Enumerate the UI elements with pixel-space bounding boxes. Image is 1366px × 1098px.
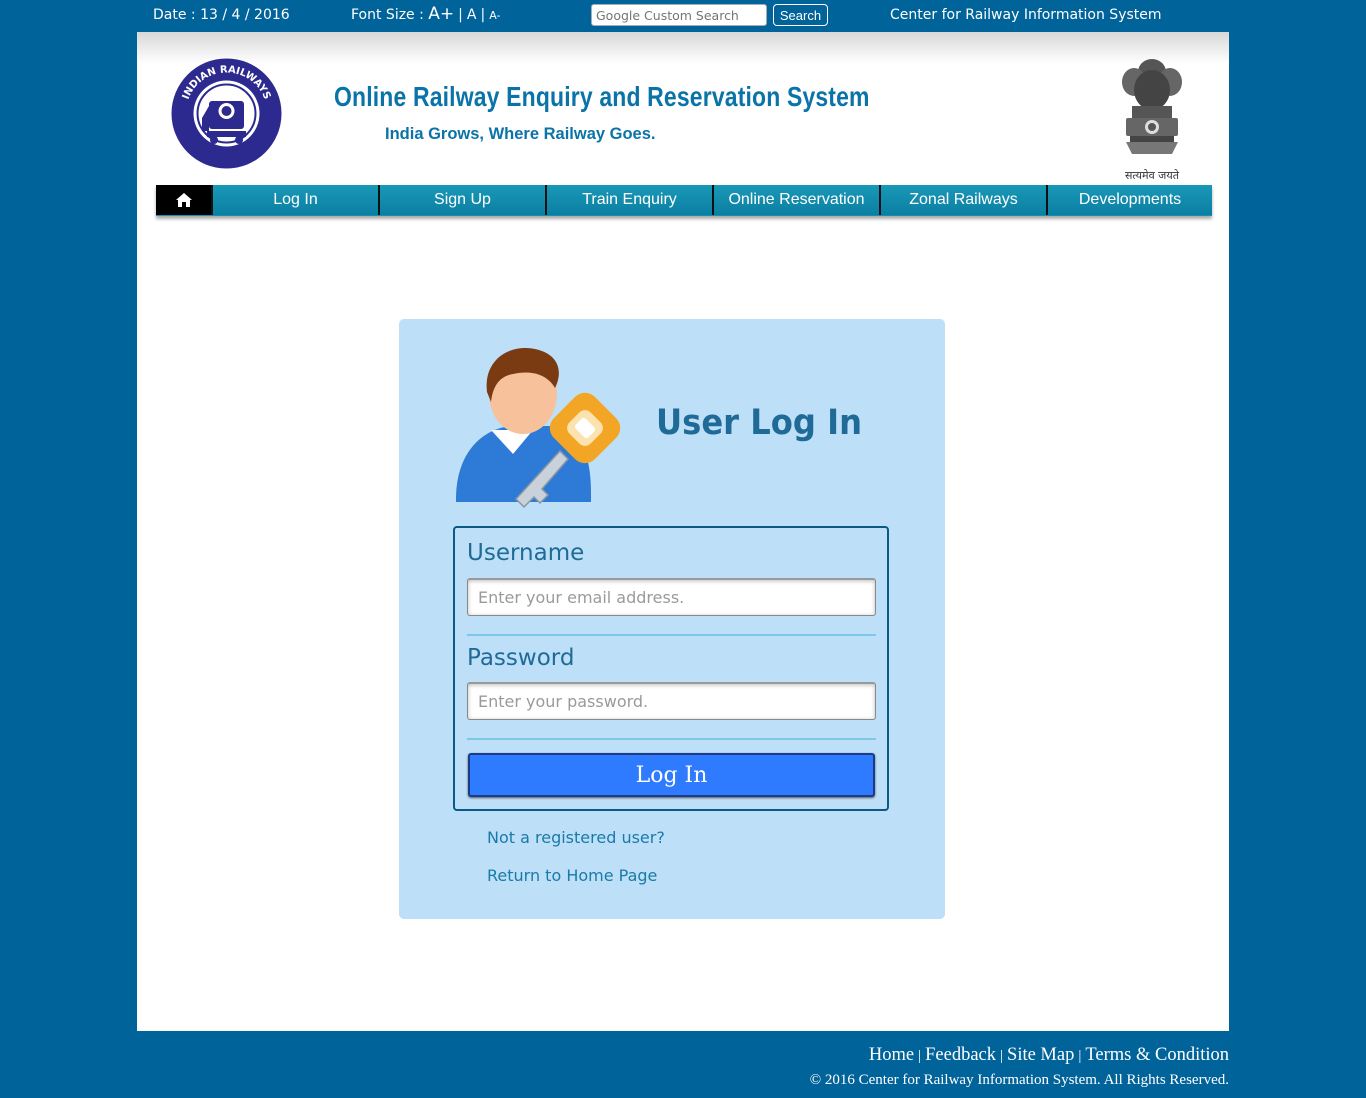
username-label: Username	[467, 540, 585, 566]
return-home-link[interactable]: Return to Home Page	[487, 866, 657, 885]
font-decrease-button[interactable]: A-	[489, 9, 500, 22]
font-increase-button[interactable]: A+	[428, 4, 454, 24]
password-label: Password	[467, 645, 575, 671]
top-bar: Date : 13 / 4 / 2016 Font Size : A+ | A | A-…	[0, 0, 1366, 32]
footer-link-home[interactable]: Home	[869, 1045, 914, 1065]
nav-item-train-enquiry[interactable]: Train Enquiry	[545, 185, 712, 215]
login-heading: User Log In	[656, 403, 863, 443]
username-input[interactable]	[467, 578, 876, 616]
divider	[467, 738, 876, 740]
footer-link-site-map[interactable]: Site Map	[1007, 1045, 1074, 1065]
copyright: © 2016 Center for Railway Information Sy…	[809, 1072, 1229, 1088]
national-emblem: सत्यमेव जयते	[1112, 54, 1192, 184]
main-panel: INDIAN RAILWAYS Online Railway Enquiry a…	[137, 32, 1229, 1031]
login-form: Username Password Log In	[453, 526, 889, 811]
search-input[interactable]	[591, 4, 767, 26]
header-shade	[137, 32, 1229, 64]
login-button[interactable]: Log In	[468, 753, 875, 797]
nav-home[interactable]	[156, 185, 211, 215]
login-card: User Log In Username Password Log In Not…	[399, 319, 945, 919]
nav-item-online-reservation[interactable]: Online Reservation	[712, 185, 879, 215]
footer-links: Home | Feedback | Site Map | Terms & Condition	[869, 1045, 1229, 1066]
footer-link-feedback[interactable]: Feedback	[925, 1045, 996, 1065]
home-icon	[175, 193, 192, 207]
search-button[interactable]: Search	[773, 4, 828, 26]
nav-item-zonal-railways[interactable]: Zonal Railways	[879, 185, 1046, 215]
user-key-icon	[456, 348, 621, 509]
separator: |	[1000, 1048, 1004, 1064]
footer-link-terms[interactable]: Terms & Condition	[1085, 1045, 1229, 1065]
nav-item-log-in[interactable]: Log In	[211, 185, 378, 215]
tagline: India Grows, Where Railway Goes.	[385, 125, 656, 143]
font-normal-button[interactable]: A	[467, 7, 477, 23]
divider	[467, 634, 876, 636]
register-link[interactable]: Not a registered user?	[487, 828, 665, 847]
separator: |	[480, 7, 486, 23]
password-input[interactable]	[467, 682, 876, 720]
separator: |	[1078, 1048, 1082, 1064]
main-nav: Log In Sign Up Train Enquiry Online Rese…	[156, 185, 1212, 216]
organization-name: Center for Railway Information System	[890, 7, 1162, 23]
page-title: Online Railway Enquiry and Reservation S…	[334, 81, 870, 112]
emblem-motto: सत्यमेव जयते	[1124, 169, 1179, 182]
font-size-controls: Font Size : A+ | A | A-	[351, 4, 500, 24]
indian-railways-logo: INDIAN RAILWAYS	[170, 57, 283, 170]
current-date: Date : 13 / 4 / 2016	[153, 7, 290, 23]
separator: |	[458, 7, 463, 23]
nav-item-developments[interactable]: Developments	[1046, 185, 1212, 215]
ashoka-emblem-icon	[1122, 59, 1182, 154]
font-size-label: Font Size :	[351, 7, 424, 23]
nav-item-sign-up[interactable]: Sign Up	[378, 185, 545, 215]
separator: |	[918, 1048, 922, 1064]
